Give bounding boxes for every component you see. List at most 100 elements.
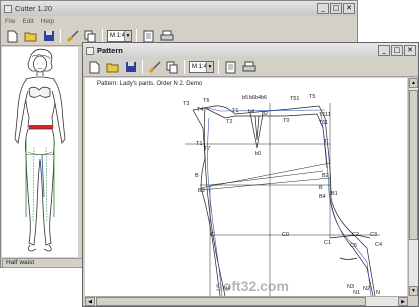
toolbar-separator [60,29,61,43]
brush-button[interactable] [65,29,80,44]
save-button[interactable] [123,60,138,75]
point-label: B [319,185,323,191]
pattern-drawing: T3 T6 b5 b6 b4 b6 T51 T5 T4 T2 T1 b4 b2 … [183,94,382,296]
scroll-left-arrow-icon[interactable]: ◀ [85,297,95,306]
point-label: T1 [232,108,238,114]
toolbar-separator [102,29,103,43]
point-label: C5 [350,243,357,249]
pattern-maximize-button[interactable]: □ [391,45,403,56]
point-label: B2 [322,173,329,179]
point-label: C1 [324,240,331,246]
brush-icon [148,61,161,74]
horizontal-scrollbar[interactable]: ◀ ▶ [85,296,408,306]
waist-marker [29,125,53,129]
point-label: T7 [204,146,210,152]
point-label: B4 [319,194,326,200]
point-label: C4 [375,242,382,248]
point-label: T3 [183,101,189,107]
save-button[interactable] [41,29,56,44]
point-label: T0 [283,118,289,124]
point-label: T1 [196,141,202,147]
scroll-right-arrow-icon[interactable]: ▶ [398,297,408,306]
pattern-toolbar: M 1:4 ▼ [83,58,418,77]
pattern-minimize-button[interactable]: _ [378,45,390,56]
close-button[interactable]: ✕ [343,3,355,14]
point-label: T11 [319,120,328,126]
toolbar-separator [142,60,143,74]
vertical-scrollbar[interactable]: ▲ ▼ [408,78,418,296]
point-label: T6 [203,98,209,104]
save-icon [125,62,136,72]
new-file-icon [7,30,18,42]
point-label: b0 [255,151,261,157]
copy-icon [84,30,96,42]
point-label: b2 [262,111,268,117]
copy-button[interactable] [165,60,180,75]
brush-icon [66,30,79,43]
point-label: T4 [197,107,203,113]
scroll-thumb-horizontal[interactable] [96,297,366,306]
point-label: T51 [290,96,299,102]
window-title: Cutter 1.20 [15,4,53,13]
menu-file[interactable]: File [5,18,15,25]
toolbar-separator [218,60,219,74]
printer-icon [160,30,173,40]
new-file-button[interactable] [87,60,102,75]
main-titlebar: Cutter 1.20 _ □ ✕ [1,1,357,16]
point-label: b5 [242,95,248,101]
point-label: T5 [309,94,315,100]
scroll-thumb[interactable] [409,90,418,240]
point-label: C3 [370,232,377,238]
point-label: b4 [248,109,254,115]
maximize-button[interactable]: □ [330,3,342,14]
scroll-down-arrow-icon[interactable]: ▼ [409,286,418,296]
print-preview-icon [143,30,154,42]
scale-select[interactable]: M 1:4 ▼ [107,30,132,42]
menubar: File Edit Help [1,16,357,27]
minimize-button[interactable]: _ [317,3,329,14]
pattern-titlebar: Pattern _ □ ✕ [83,43,418,58]
dropdown-arrow-icon: ▼ [124,31,131,41]
point-label: b6 [261,95,267,101]
pattern-scale-select[interactable]: M 1:4 ▼ [189,61,214,73]
open-folder-icon [24,32,36,42]
point-label: T2 [226,119,232,125]
dropdown-arrow-icon: ▼ [206,62,213,72]
menu-help[interactable]: Help [41,18,54,25]
new-file-icon [89,61,100,73]
menu-edit[interactable]: Edit [22,18,33,25]
toolbar-separator [136,29,137,43]
point-label: C0 [282,232,289,238]
pattern-window: Pattern _ □ ✕ M 1:4 ▼ Pattern: Lady's pan… [82,42,419,307]
point-label: B [195,173,199,179]
scale-value: M 1:4 [192,64,208,70]
scroll-up-arrow-icon[interactable]: ▲ [409,78,418,88]
print-preview-button[interactable] [223,60,238,75]
point-label: B3 [198,188,205,194]
print-preview-icon [225,61,236,73]
pattern-window-title: Pattern [97,46,123,55]
mannequin-panel [2,47,78,257]
new-file-button[interactable] [5,29,20,44]
watermark-text: soft32.com [215,278,289,294]
scale-value: M 1:4 [110,33,126,39]
pattern-close-button[interactable]: ✕ [404,45,416,56]
save-icon [43,31,54,41]
point-label: C [210,232,214,238]
point-label: B1 [331,191,338,197]
app-icon [4,4,12,13]
open-button[interactable] [23,29,38,44]
printer-icon [242,61,255,71]
point-label: T111 [319,112,331,118]
copy-icon [166,61,178,73]
status-text: Half waist [6,259,35,266]
print-button[interactable] [241,60,256,75]
open-button[interactable] [105,60,120,75]
point-label: N2 [363,286,370,292]
pattern-canvas[interactable]: Pattern: Lady's pants. Order N 2. Demo T… [85,78,407,296]
brush-button[interactable] [147,60,162,75]
toolbar-separator [184,60,185,74]
pattern-icon [86,46,94,55]
mannequin-figure[interactable] [2,47,78,257]
point-label: C2 [352,232,359,238]
